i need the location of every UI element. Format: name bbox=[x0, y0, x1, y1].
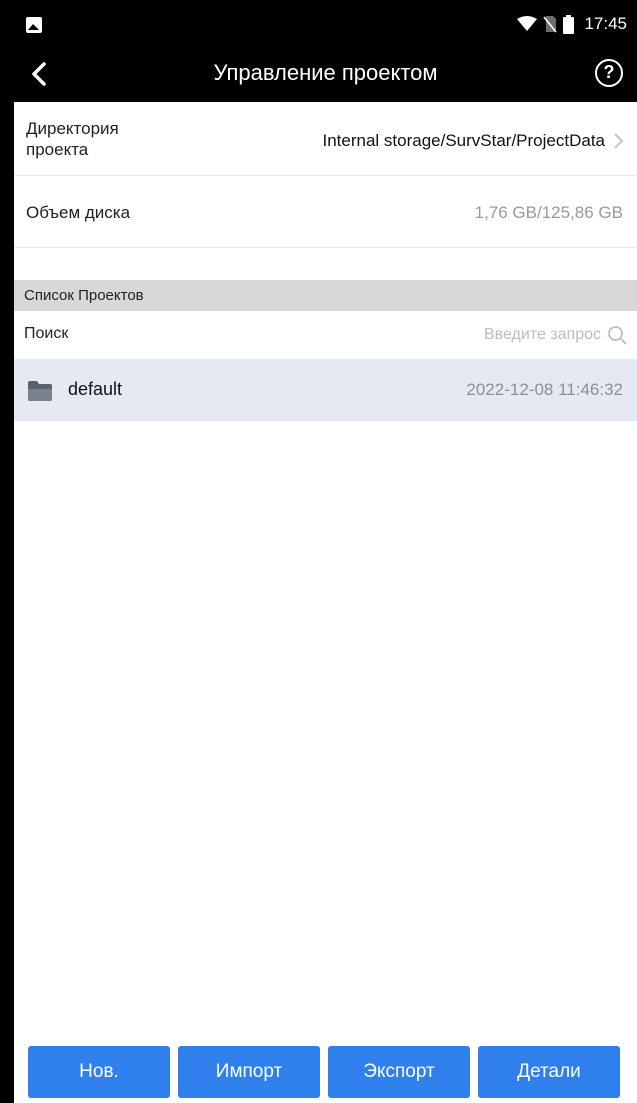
disk-space-label: Объем диска bbox=[26, 203, 131, 222]
project-directory-label: Директория проекта bbox=[26, 119, 119, 159]
bottom-action-bar: Нов. Импорт Экспорт Детали bbox=[14, 1046, 637, 1103]
disk-space-row: Объем диска 1,76 GB/125,86 GB bbox=[14, 176, 637, 248]
search-row: Поиск bbox=[14, 311, 637, 359]
import-button[interactable]: Импорт bbox=[178, 1046, 320, 1098]
new-project-button[interactable]: Нов. bbox=[28, 1046, 170, 1098]
export-button[interactable]: Экспорт bbox=[328, 1046, 470, 1098]
status-bar: 17:45 bbox=[14, 0, 637, 46]
search-icon[interactable] bbox=[607, 325, 627, 345]
status-icons: 17:45 bbox=[517, 13, 627, 35]
status-time: 17:45 bbox=[584, 14, 627, 33]
details-button[interactable]: Детали bbox=[478, 1046, 620, 1098]
help-circle-icon: ? bbox=[603, 62, 615, 82]
project-directory-value: Internal storage/SurvStar/ProjectData bbox=[322, 131, 605, 150]
no-sim-icon bbox=[543, 16, 558, 33]
project-list-item[interactable]: default 2022-12-08 11:46:32 bbox=[14, 359, 637, 421]
project-date: 2022-12-08 11:46:32 bbox=[466, 380, 623, 399]
wifi-icon bbox=[517, 16, 538, 31]
project-list-header: Список Проектов bbox=[14, 280, 637, 311]
project-name: default bbox=[68, 379, 123, 399]
search-input[interactable] bbox=[341, 323, 601, 347]
chevron-right-icon bbox=[614, 133, 624, 149]
help-button[interactable]: ? bbox=[595, 59, 623, 87]
disk-space-value: 1,76 GB/125,86 GB bbox=[474, 203, 623, 222]
battery-icon bbox=[563, 14, 575, 34]
project-directory-row[interactable]: Директория проекта Internal storage/Surv… bbox=[14, 102, 637, 176]
folder-icon bbox=[28, 381, 52, 401]
page-title: Управление проектом bbox=[213, 60, 438, 85]
search-label: Поиск bbox=[24, 325, 69, 342]
app-bar: Управление проектом ? bbox=[14, 46, 637, 102]
image-icon bbox=[26, 17, 42, 33]
app-screen: 17:45 Управление проектом ? Директория п… bbox=[14, 0, 637, 1103]
